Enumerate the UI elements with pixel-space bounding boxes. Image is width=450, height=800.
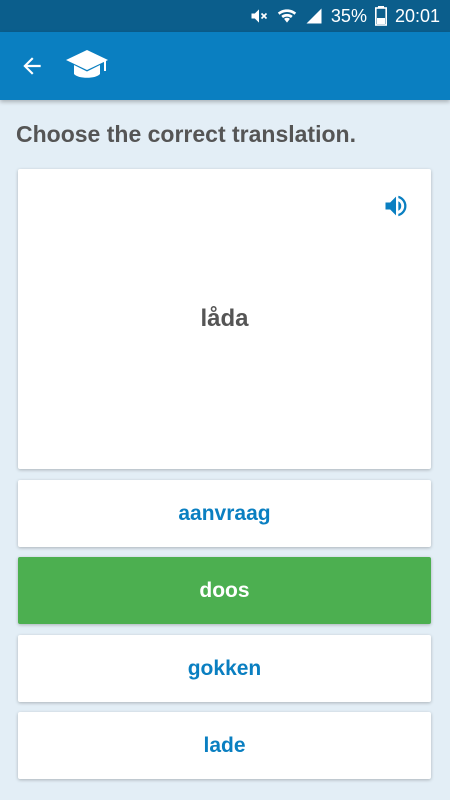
mute-icon [249,6,269,26]
battery-percent: 35% [330,5,367,26]
arrow-back-icon [23,57,41,75]
graduation-cap-icon [64,48,110,84]
status-bar: 35% 20:01 [0,0,450,32]
word-card: låda [18,169,431,469]
quiz-prompt: Choose the correct translation. [16,121,356,147]
option-doos[interactable]: doos [18,557,431,624]
quiz-word: låda [200,305,249,332]
app-bar [0,32,450,100]
battery-icon [374,6,387,26]
back-button[interactable] [6,40,58,92]
speaker-icon [385,195,407,217]
option-aanvraag[interactable]: aanvraag [18,480,431,547]
signal-icon [305,7,323,25]
option-gokken[interactable]: gokken [18,635,431,702]
wifi-icon [277,6,297,26]
clock: 20:01 [394,5,440,26]
option-lade[interactable]: lade [18,712,431,779]
speaker-button[interactable] [381,191,411,221]
